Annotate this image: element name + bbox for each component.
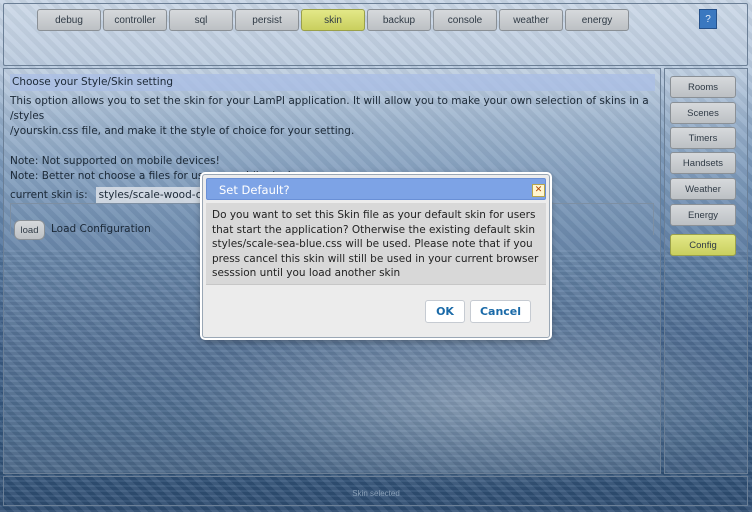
current-skin-row: current skin is: styles/scale-wood-oran — [10, 187, 223, 203]
sidebar-item-timers[interactable]: Timers — [670, 127, 736, 149]
cancel-button[interactable]: Cancel — [470, 300, 531, 323]
current-skin-label: current skin is: — [10, 189, 88, 201]
dialog-message: Do you want to set this Skin file as you… — [206, 203, 546, 285]
description-line: Note: Not supported on mobile devices! — [10, 155, 220, 167]
sidebar-item-handsets[interactable]: Handsets — [670, 152, 736, 174]
tab-debug[interactable]: debug — [37, 9, 101, 31]
dialog-titlebar[interactable]: Set Default? ✕ — [206, 178, 546, 200]
tab-weather[interactable]: weather — [499, 9, 563, 31]
tab-console[interactable]: console — [433, 9, 497, 31]
help-button[interactable]: ? — [699, 9, 717, 29]
sidebar-item-rooms[interactable]: Rooms — [670, 76, 736, 98]
ok-button[interactable]: OK — [425, 300, 465, 323]
tab-controller[interactable]: controller — [103, 9, 167, 31]
description-line — [10, 139, 660, 154]
sidebar-item-weather[interactable]: Weather — [670, 178, 736, 200]
tab-skin[interactable]: skin — [301, 9, 365, 31]
dialog-button-pane: OK Cancel — [203, 287, 549, 337]
sidebar-item-config[interactable]: Config — [670, 234, 736, 256]
tab-energy[interactable]: energy — [565, 9, 629, 31]
description-line: This option allows you to set the skin f… — [10, 95, 649, 122]
set-default-dialog: Set Default? ✕ Do you want to set this S… — [202, 174, 550, 338]
close-icon[interactable]: ✕ — [532, 184, 545, 197]
footer-status: Skin selected — [352, 489, 400, 498]
section-title: Choose your Style/Skin setting — [10, 74, 655, 91]
dialog-title: Set Default? — [219, 183, 290, 197]
tab-sql[interactable]: sql — [169, 9, 233, 31]
skin-description: This option allows you to set the skin f… — [10, 94, 660, 184]
sidebar: Rooms Scenes Timers Handsets Weather Ene… — [664, 68, 748, 474]
sidebar-item-energy[interactable]: Energy — [670, 204, 736, 226]
tab-backup[interactable]: backup — [367, 9, 431, 31]
tab-persist[interactable]: persist — [235, 9, 299, 31]
description-line: /yourskin.css file, and make it the styl… — [10, 125, 355, 137]
tab-bar: debug controller sql persist skin backup… — [37, 9, 629, 31]
load-button[interactable]: load — [14, 220, 45, 240]
load-configuration-label: Load Configuration — [51, 223, 151, 235]
sidebar-item-scenes[interactable]: Scenes — [670, 102, 736, 124]
